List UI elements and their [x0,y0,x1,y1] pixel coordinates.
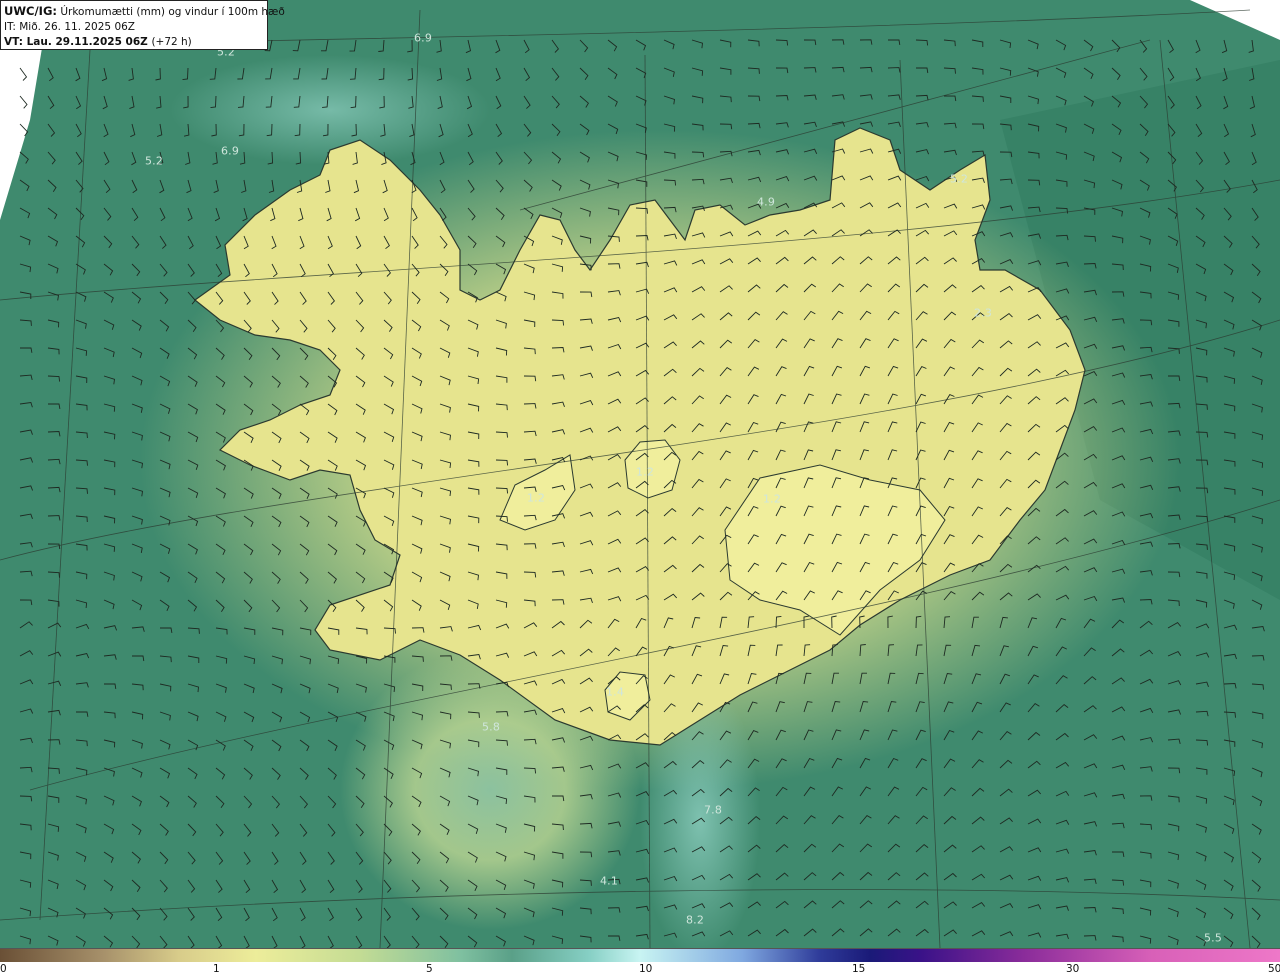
valid-time-row: VT: Lau. 29.11.2025 06Z (+72 h) [4,35,264,50]
precip-field-north [170,55,490,165]
map-area: 5.2 6.9 6.9 5.2 4.9 5.2 2.3 1.2 1.2 1.2 1.4 5.8 7.8 4… [0,0,1280,948]
colorbar [0,948,1280,962]
wind-barb [19,123,29,137]
init-time: IT: Mið. 26. 11. 2025 06Z [4,21,135,33]
precip-value-label: 6.9 [220,144,240,158]
wind-barb [19,95,28,109]
precip-value-label: 5.8 [481,720,501,734]
colorbar-tick-label: 15 [852,963,866,975]
wind-barb [19,67,28,81]
precip-value-label: 1.4 [605,685,625,699]
precip-value-label: 5.5 [1203,931,1223,945]
precip-value-label: 1.2 [526,491,546,505]
colorbar-tick-label: 50 [1268,963,1280,975]
precip-value-label: 7.8 [703,803,723,817]
precip-value-label: 6.9 [413,31,433,45]
precip-value-label: 5.2 [144,154,164,168]
lead-time: (+72 h) [151,36,192,48]
colorbar-tick-label: 10 [639,963,653,975]
colorbar-tick-label: 1 [213,963,220,975]
parameter-label: Úrkomumætti (mm) og vindur í 100m hæð [60,6,285,18]
precip-value-label: 1.2 [762,492,782,506]
precip-value-label: 2.3 [973,306,993,320]
precip-value-label: 4.9 [756,195,776,209]
colorbar-tick-label: 5 [426,963,433,975]
precip-value-label: 4.1 [599,874,619,888]
precip-value-label: 8.2 [685,913,705,927]
colorbar-tick-label: 30 [1066,963,1080,975]
valid-time: VT: Lau. 29.11.2025 06Z [4,36,148,48]
colorbar-tick-label: 0 [0,963,7,975]
precip-value-label: 5.2 [949,172,969,186]
model-name: UWC/IG: [4,4,57,18]
header-info-box: UWC/IG: Úrkomumætti (mm) og vindur í 100… [0,0,285,50]
title-row: UWC/IG: Úrkomumætti (mm) og vindur í 100… [4,4,285,20]
precip-value-label: 1.2 [635,465,655,479]
